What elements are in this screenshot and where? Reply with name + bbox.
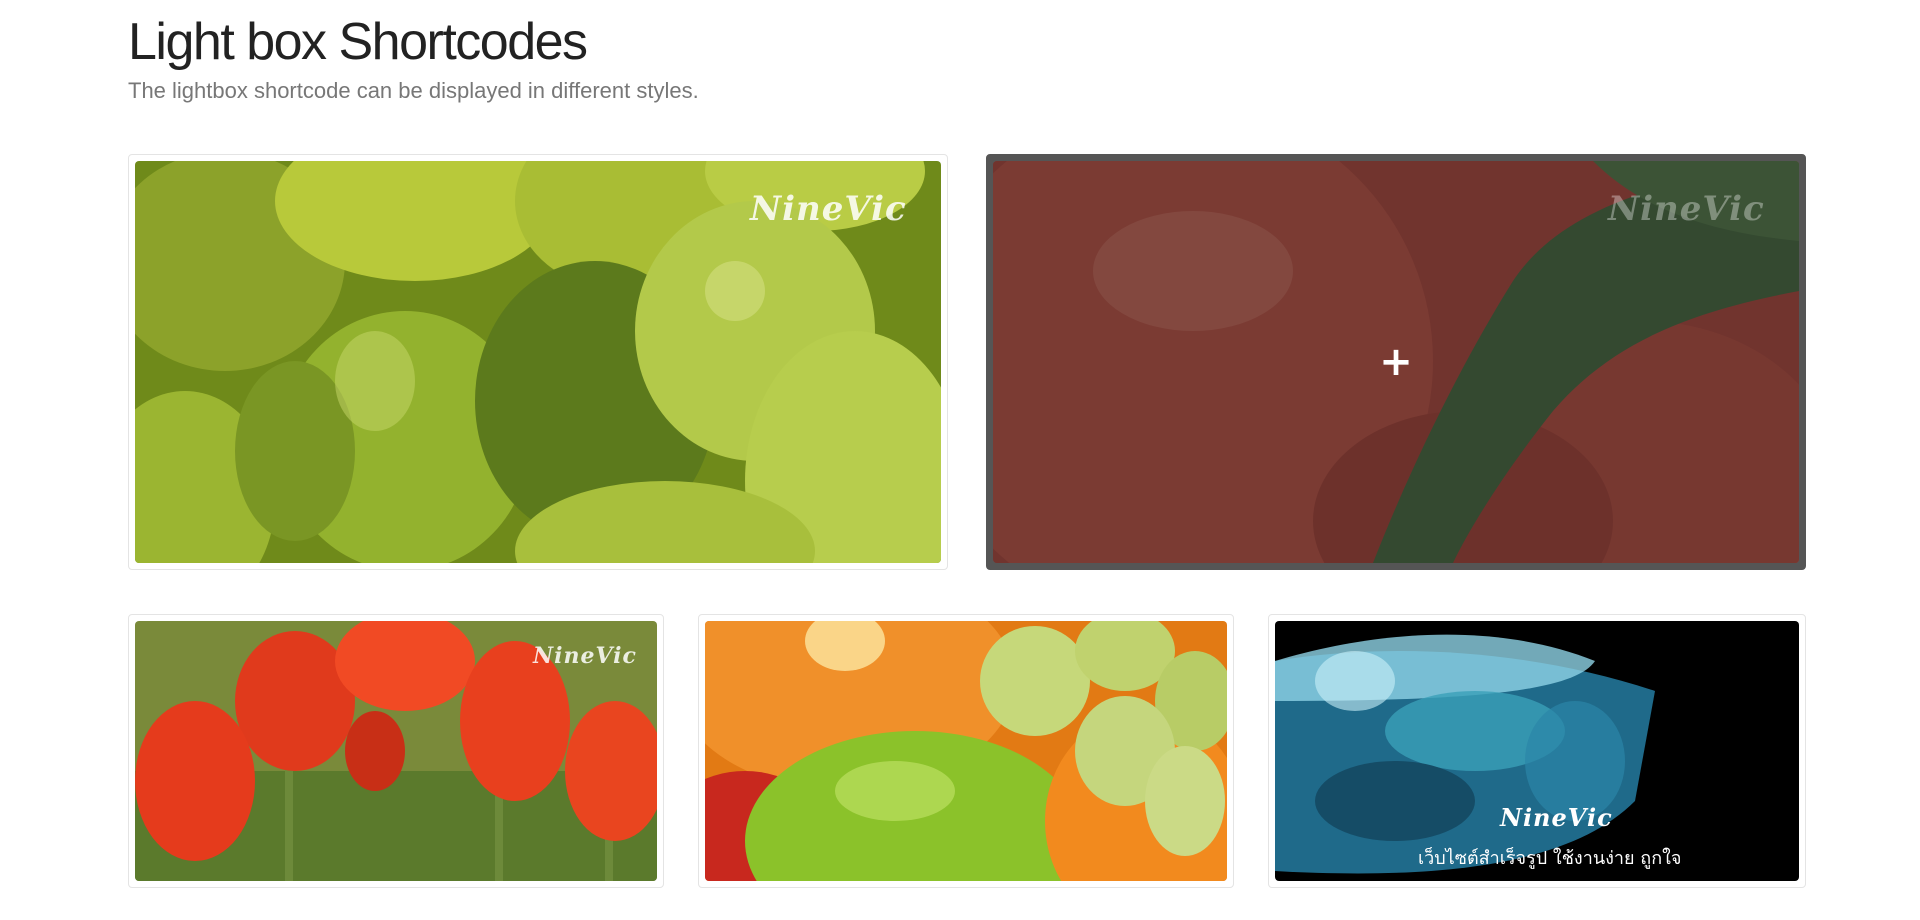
tomato-image: NineVic + bbox=[993, 161, 1799, 563]
page-title: Light box Shortcodes bbox=[128, 13, 588, 71]
fruits-image bbox=[705, 621, 1227, 881]
watermark-logo: NineVic bbox=[1608, 189, 1765, 229]
watermark-logo: NineVic bbox=[750, 189, 907, 229]
page-subtitle: The lightbox shortcode can be displayed … bbox=[128, 78, 699, 103]
watermark-logo: NineVic bbox=[533, 643, 637, 669]
watermark-logo: NineVic bbox=[1500, 803, 1613, 832]
watermark-tagline: เว็บไซต์สำเร็จรูป ใช้งานง่าย ถูกใจ bbox=[1418, 848, 1682, 869]
tulips-image: NineVic bbox=[135, 621, 657, 881]
lightbox-thumb-tulips[interactable]: NineVic bbox=[128, 614, 664, 888]
lightbox-thumb-grapes[interactable]: NineVic bbox=[128, 154, 948, 570]
lightbox-thumb-water[interactable]: NineVic เว็บไซต์สำเร็จรูป ใช้งานง่าย ถูก… bbox=[1268, 614, 1806, 888]
plus-icon[interactable]: + bbox=[1379, 342, 1413, 382]
water-image: NineVic เว็บไซต์สำเร็จรูป ใช้งานง่าย ถูก… bbox=[1275, 621, 1799, 881]
grapes-image: NineVic bbox=[135, 161, 941, 563]
lightbox-thumb-fruits[interactable] bbox=[698, 614, 1234, 888]
lightbox-thumb-tomato[interactable]: NineVic + bbox=[986, 154, 1806, 570]
